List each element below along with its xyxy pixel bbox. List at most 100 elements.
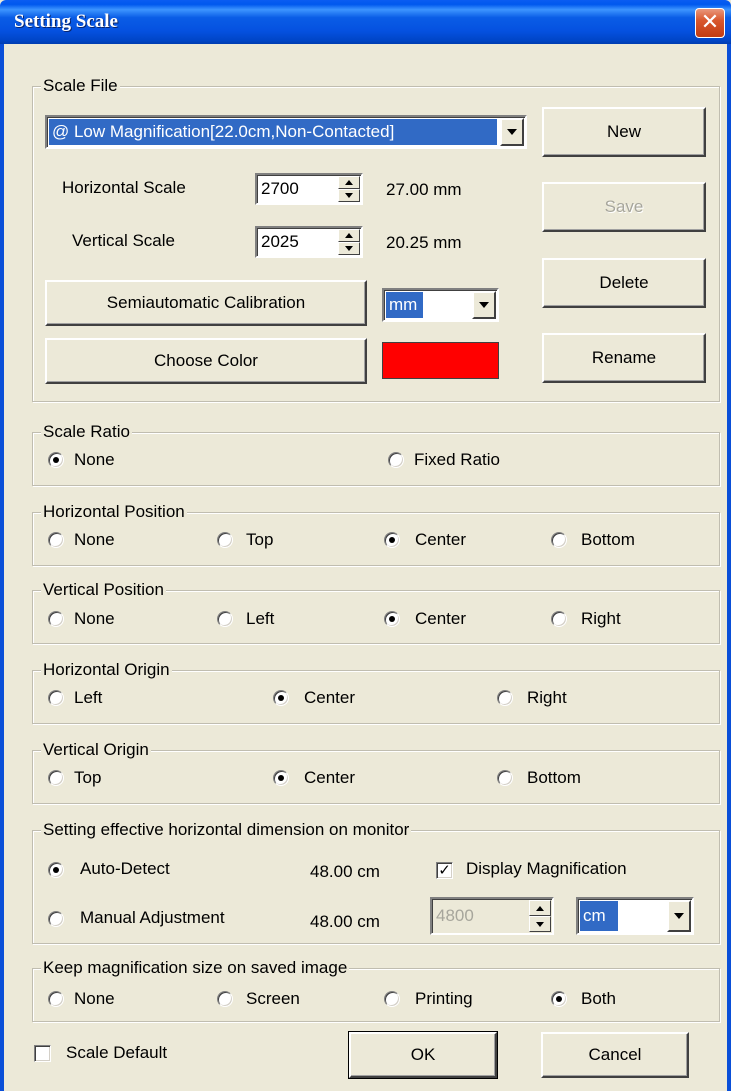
hpos-none-radio[interactable] [48, 532, 64, 548]
chevron-down-icon [479, 302, 489, 308]
scale-default-label: Scale Default [66, 1043, 168, 1062]
vorigin-top-radio[interactable] [48, 770, 64, 786]
vertical-scale-spinner[interactable]: 2025 [255, 226, 363, 258]
manual-adjustment-label: Manual Adjustment [80, 908, 225, 927]
vorigin-center-label: Center [304, 768, 356, 787]
vpos-center-radio[interactable] [384, 611, 400, 627]
chevron-down-icon [674, 913, 684, 919]
keep-printing-radio[interactable] [384, 991, 400, 1007]
hpos-center-radio[interactable] [384, 532, 400, 548]
horigin-center-radio[interactable] [273, 690, 289, 706]
vorigin-center-radio[interactable] [273, 770, 289, 786]
manual-unit-dropdown-button[interactable] [667, 900, 691, 932]
auto-detect-value: 48.00 cm [310, 862, 380, 881]
vertical-scale-label: Vertical Scale [72, 231, 175, 250]
keep-printing-label: Printing [415, 989, 473, 1008]
horizontal-scale-label: Horizontal Scale [62, 178, 186, 197]
horigin-center-label: Center [304, 688, 356, 707]
window-border-right [727, 44, 731, 1091]
horizontal-scale-value: 2700 [261, 179, 299, 198]
spin-up-icon[interactable] [529, 900, 551, 916]
horigin-left-label: Left [74, 688, 103, 707]
spin-up-icon[interactable] [338, 229, 360, 242]
keep-both-label: Both [581, 989, 616, 1008]
scale-ratio-group: Scale Ratio [32, 422, 720, 486]
display-magnification-checkbox[interactable]: ✓ [436, 862, 453, 879]
horigin-right-radio[interactable] [497, 690, 513, 706]
horigin-left-radio[interactable] [48, 690, 64, 706]
unit-dropdown-button[interactable] [472, 291, 496, 319]
vertical-origin-group: Vertical Origin [32, 740, 720, 804]
delete-button[interactable]: Delete [542, 258, 706, 308]
hpos-bottom-radio[interactable] [551, 532, 567, 548]
vpos-none-label: None [74, 609, 115, 628]
horizontal-origin-group: Horizontal Origin [32, 660, 720, 724]
manual-unit-combo[interactable]: cm [576, 897, 694, 935]
horigin-right-label: Right [527, 688, 567, 707]
close-icon[interactable]: ✕ [695, 8, 725, 38]
scale-file-group-label: Scale File [41, 76, 120, 96]
scale-ratio-none-radio[interactable] [48, 452, 64, 468]
keep-magnification-group-label: Keep magnification size on saved image [41, 958, 350, 978]
choose-color-button[interactable]: Choose Color [45, 338, 367, 384]
display-magnification-label: Display Magnification [466, 859, 627, 878]
vertical-position-group-label: Vertical Position [41, 580, 166, 600]
unit-combo[interactable]: mm [382, 288, 499, 322]
title-bar: Setting Scale ✕ [0, 0, 731, 44]
window-border-left [0, 44, 4, 1091]
horizontal-scale-spin-buttons[interactable] [338, 176, 360, 202]
scale-file-combo-value: @ Low Magnification[22.0cm,Non-Contacted… [48, 118, 498, 146]
unit-combo-value: mm [385, 291, 424, 319]
save-button[interactable]: Save [542, 182, 706, 232]
vorigin-bottom-radio[interactable] [497, 770, 513, 786]
horizontal-scale-mm: 27.00 mm [386, 180, 462, 199]
hpos-center-label: Center [415, 530, 467, 549]
horizontal-origin-group-label: Horizontal Origin [41, 660, 172, 680]
scale-ratio-fixed-label: Fixed Ratio [414, 450, 500, 469]
keep-none-label: None [74, 989, 115, 1008]
hpos-bottom-label: Bottom [581, 530, 635, 549]
manual-adjustment-value: 48.00 cm [310, 912, 380, 931]
spin-up-icon[interactable] [338, 176, 360, 189]
auto-detect-label: Auto-Detect [80, 859, 170, 878]
hpos-none-label: None [74, 530, 115, 549]
spin-down-icon[interactable] [338, 189, 360, 202]
cancel-button[interactable]: Cancel [541, 1032, 689, 1078]
ok-button[interactable]: OK [348, 1031, 498, 1079]
keep-screen-radio[interactable] [217, 991, 233, 1007]
scale-ratio-fixed-radio[interactable] [388, 452, 404, 468]
spin-down-icon[interactable] [529, 916, 551, 932]
manual-spin-buttons[interactable] [529, 900, 551, 932]
auto-detect-radio[interactable] [48, 862, 64, 878]
vertical-scale-spin-buttons[interactable] [338, 229, 360, 255]
keep-both-radio[interactable] [551, 991, 567, 1007]
manual-adjustment-spinner[interactable]: 4800 [430, 897, 554, 935]
vertical-scale-mm: 20.25 mm [386, 233, 462, 252]
keep-none-radio[interactable] [48, 991, 64, 1007]
new-button[interactable]: New [542, 107, 706, 157]
scale-ratio-group-label: Scale Ratio [41, 422, 132, 442]
scale-default-checkbox[interactable] [34, 1045, 51, 1062]
spin-down-icon[interactable] [338, 242, 360, 255]
vpos-right-label: Right [581, 609, 621, 628]
rename-button[interactable]: Rename [542, 333, 706, 383]
monitor-dimension-group-label: Setting effective horizontal dimension o… [41, 820, 412, 840]
color-swatch[interactable] [382, 342, 499, 379]
horizontal-position-group-label: Horizontal Position [41, 502, 187, 522]
manual-adjustment-radio[interactable] [48, 911, 64, 927]
vpos-none-radio[interactable] [48, 611, 64, 627]
vorigin-top-label: Top [74, 768, 102, 787]
vpos-center-label: Center [415, 609, 467, 628]
semiautomatic-calibration-button[interactable]: Semiautomatic Calibration [45, 280, 367, 326]
scale-file-combo[interactable]: @ Low Magnification[22.0cm,Non-Contacted… [45, 115, 527, 149]
hpos-top-label: Top [246, 530, 274, 549]
horizontal-scale-spinner[interactable]: 2700 [255, 173, 363, 205]
manual-unit-combo-value: cm [579, 900, 619, 932]
vorigin-bottom-label: Bottom [527, 768, 581, 787]
scale-file-dropdown-button[interactable] [500, 118, 524, 146]
vpos-left-radio[interactable] [217, 611, 233, 627]
vpos-left-label: Left [246, 609, 275, 628]
chevron-down-icon [507, 129, 517, 135]
hpos-top-radio[interactable] [217, 532, 233, 548]
vpos-right-radio[interactable] [551, 611, 567, 627]
